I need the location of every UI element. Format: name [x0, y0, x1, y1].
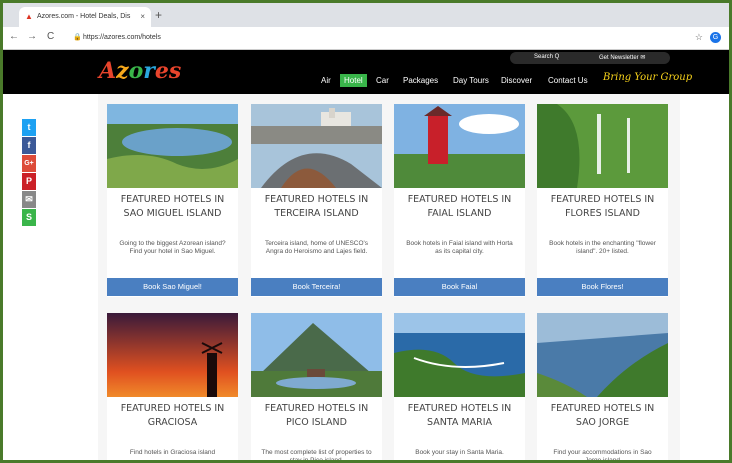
lock-icon[interactable]: 🔒	[73, 33, 82, 41]
card-title: FEATURED HOTELS IN SAO MIGUEL ISLAND	[120, 194, 225, 219]
hotel-card-terceira: FEATURED HOTELS IN TERCEIRA ISLAND Tercei…	[251, 104, 382, 297]
graciosa-photo[interactable]	[107, 313, 238, 397]
nav-hotel[interactable]: Hotel	[340, 74, 367, 87]
hotel-card-faial: FEATURED HOTELS IN FAIAL ISLAND Book hote…	[394, 104, 525, 297]
hotel-card-sao-miguel: FEATURED HOTELS IN SAO MIGUEL ISLAND Goin…	[107, 104, 238, 297]
screenshot-frame: ▲ Azores.com - Hotel Deals, Dis × + ← → …	[0, 0, 732, 463]
sao-miguel-photo[interactable]	[107, 104, 238, 188]
facebook-icon[interactable]: f	[22, 137, 36, 154]
card-description: Book hotels in Faial island with Horta a…	[406, 240, 513, 255]
card-description: Book hotels in the enchanting "flower is…	[549, 240, 656, 255]
card-description: Going to the biggest Azorean island? Fin…	[119, 240, 226, 255]
back-button[interactable]: ←	[9, 31, 19, 42]
hotel-card-sao-jorge: FEATURED HOTELS IN SAO JORGE Find your ac…	[537, 313, 668, 463]
pinterest-icon[interactable]: P	[22, 173, 36, 190]
browser-toolbar: ← → C 🔒 https://azores.com/hotels ☆ G	[3, 27, 729, 50]
pico-photo[interactable]	[251, 313, 382, 397]
nav-air[interactable]: Air	[321, 76, 331, 85]
card-description: Find your accommodations in Sao Jorge is…	[553, 449, 652, 463]
book-terceira-button[interactable]: Book Terceira!	[251, 278, 382, 296]
bookmark-star-icon[interactable]: ☆	[695, 32, 703, 43]
card-description: Book your stay in Santa Maria.	[415, 449, 504, 456]
terceira-photo[interactable]	[251, 104, 382, 188]
bring-your-group-link[interactable]: Bring Your Group	[603, 72, 692, 83]
site-header: Search Q Get Newsletter ✉ Azores Air Hot…	[3, 50, 729, 94]
browser-tab[interactable]: ▲ Azores.com - Hotel Deals, Dis ×	[19, 7, 151, 27]
card-title: FEATURED HOTELS IN SANTA MARIA	[407, 403, 512, 428]
card-title: FEATURED HOTELS IN GRACIOSA	[120, 403, 225, 428]
book-flores-button[interactable]: Book Flores!	[537, 278, 668, 296]
search-link[interactable]: Search Q	[534, 54, 559, 60]
faial-photo[interactable]	[394, 104, 525, 188]
hotel-card-flores: FEATURED HOTELS IN FLORES ISLAND Book hot…	[537, 104, 668, 297]
hotel-card-pico: FEATURED HOTELS IN PICO ISLAND The most c…	[251, 313, 382, 463]
profile-avatar[interactable]: G	[710, 32, 721, 43]
email-icon[interactable]: ✉	[22, 191, 36, 208]
hotel-card-santa-maria: FEATURED HOTELS IN SANTA MARIA Book your …	[394, 313, 525, 460]
google-plus-icon[interactable]: G+	[22, 155, 36, 172]
tab-title: Azores.com - Hotel Deals, Dis	[37, 13, 131, 20]
nav-discover[interactable]: Discover	[501, 76, 532, 85]
azores-logo[interactable]: Azores	[99, 58, 181, 84]
flores-photo[interactable]	[537, 104, 668, 188]
card-title: FEATURED HOTELS IN SAO JORGE	[550, 403, 655, 428]
reload-button[interactable]: C	[47, 31, 54, 42]
book-faial-button[interactable]: Book Faial	[394, 278, 525, 296]
twitter-icon[interactable]: t	[22, 119, 36, 136]
card-title: FEATURED HOTELS IN FLORES ISLAND	[550, 194, 655, 219]
nav-contact-us[interactable]: Contact Us	[548, 76, 588, 85]
forward-button[interactable]: →	[27, 31, 37, 42]
browser-tabstrip: ▲ Azores.com - Hotel Deals, Dis × +	[3, 3, 729, 27]
hotel-card-graciosa: FEATURED HOTELS IN GRACIOSA Find hotels i…	[107, 313, 238, 460]
nav-car[interactable]: Car	[376, 76, 389, 85]
card-description: Find hotels in Graciosa island	[129, 449, 216, 456]
card-description: Terceira island, home of UNESCO's Angra …	[264, 240, 369, 255]
card-title: FEATURED HOTELS IN TERCEIRA ISLAND	[264, 194, 369, 219]
share-icon[interactable]: S	[22, 209, 36, 226]
tab-close-icon[interactable]: ×	[140, 12, 145, 21]
nav-packages[interactable]: Packages	[403, 76, 438, 85]
card-description: The most complete list of properties to …	[261, 449, 372, 463]
site-favicon-icon: ▲	[25, 12, 33, 21]
card-title: FEATURED HOTELS IN FAIAL ISLAND	[407, 194, 512, 219]
book-sao-miguel-button[interactable]: Book Sao Miguel!	[107, 278, 238, 296]
address-bar[interactable]: https://azores.com/hotels	[83, 31, 693, 45]
nav-day-tours[interactable]: Day Tours	[453, 76, 489, 85]
new-tab-button[interactable]: +	[155, 8, 162, 22]
newsletter-link[interactable]: Get Newsletter ✉	[599, 54, 645, 61]
card-title: FEATURED HOTELS IN PICO ISLAND	[264, 403, 369, 428]
santa-maria-photo[interactable]	[394, 313, 525, 397]
sao-jorge-photo[interactable]	[537, 313, 668, 397]
